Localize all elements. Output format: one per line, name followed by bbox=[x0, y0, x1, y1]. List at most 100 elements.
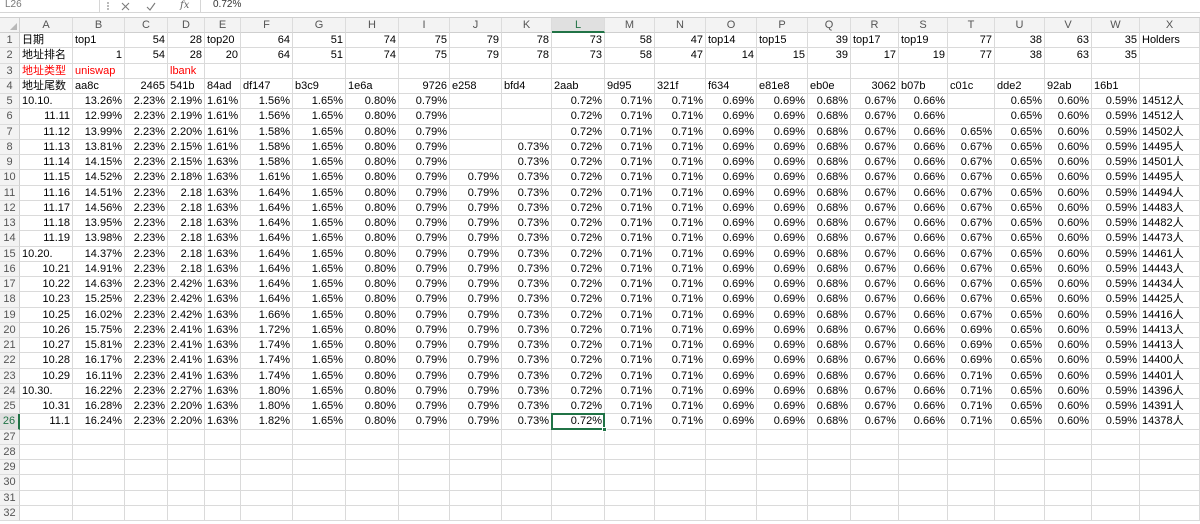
cell-G24[interactable]: 1.65% bbox=[293, 383, 346, 399]
cell-H13[interactable]: 0.80% bbox=[346, 216, 399, 232]
cell-H29[interactable] bbox=[346, 460, 399, 476]
cell-B7[interactable]: 13.99% bbox=[73, 124, 125, 140]
cell-N32[interactable] bbox=[655, 505, 706, 521]
cell-B2[interactable]: 1 bbox=[73, 48, 125, 64]
cell-J25[interactable]: 0.79% bbox=[450, 399, 502, 415]
cell-B28[interactable] bbox=[73, 444, 125, 460]
cell-V28[interactable] bbox=[1045, 444, 1092, 460]
cell-A24[interactable]: 10.30. bbox=[20, 383, 73, 399]
cell-V6[interactable]: 0.60% bbox=[1045, 109, 1092, 125]
column-header-Q[interactable]: Q bbox=[808, 18, 851, 33]
cell-E30[interactable] bbox=[205, 475, 241, 491]
cell-H3[interactable] bbox=[346, 63, 399, 79]
cell-H21[interactable]: 0.80% bbox=[346, 338, 399, 354]
cell-B6[interactable]: 12.99% bbox=[73, 109, 125, 125]
cell-G4[interactable]: b3c9 bbox=[293, 78, 346, 94]
cell-X10[interactable]: 14495人 bbox=[1140, 170, 1200, 186]
cell-C23[interactable]: 2.23% bbox=[125, 368, 168, 384]
cell-T17[interactable]: 0.67% bbox=[948, 277, 995, 293]
cell-T15[interactable]: 0.67% bbox=[948, 246, 995, 262]
cell-C10[interactable]: 2.23% bbox=[125, 170, 168, 186]
cell-I8[interactable]: 0.79% bbox=[399, 139, 450, 155]
cell-O8[interactable]: 0.69% bbox=[706, 139, 757, 155]
cell-S13[interactable]: 0.66% bbox=[899, 216, 948, 232]
cell-O10[interactable]: 0.69% bbox=[706, 170, 757, 186]
cell-M27[interactable] bbox=[605, 429, 655, 445]
cell-Q16[interactable]: 0.68% bbox=[808, 261, 851, 277]
cell-S25[interactable]: 0.66% bbox=[899, 399, 948, 415]
cell-K26[interactable]: 0.73% bbox=[502, 414, 552, 430]
cell-G18[interactable]: 1.65% bbox=[293, 292, 346, 308]
row-header-14[interactable]: 14 bbox=[0, 231, 20, 247]
row-header-19[interactable]: 19 bbox=[0, 307, 20, 323]
cell-N21[interactable]: 0.71% bbox=[655, 338, 706, 354]
cell-T19[interactable]: 0.67% bbox=[948, 307, 995, 323]
cell-L21[interactable]: 0.72% bbox=[552, 338, 605, 354]
cell-X28[interactable] bbox=[1140, 444, 1200, 460]
cell-C20[interactable]: 2.23% bbox=[125, 322, 168, 338]
cell-F6[interactable]: 1.56% bbox=[241, 109, 293, 125]
cell-A12[interactable]: 11.17 bbox=[20, 200, 73, 216]
cell-U16[interactable]: 0.65% bbox=[995, 261, 1045, 277]
cell-U7[interactable]: 0.65% bbox=[995, 124, 1045, 140]
cell-B12[interactable]: 14.56% bbox=[73, 200, 125, 216]
cell-T16[interactable]: 0.67% bbox=[948, 261, 995, 277]
cell-V24[interactable]: 0.60% bbox=[1045, 383, 1092, 399]
cell-P22[interactable]: 0.69% bbox=[757, 353, 808, 369]
cell-V31[interactable] bbox=[1045, 490, 1092, 506]
cell-X3[interactable] bbox=[1140, 63, 1200, 79]
cell-T29[interactable] bbox=[948, 460, 995, 476]
cell-W2[interactable]: 35 bbox=[1092, 48, 1140, 64]
cell-W5[interactable]: 0.59% bbox=[1092, 94, 1140, 110]
cell-U20[interactable]: 0.65% bbox=[995, 322, 1045, 338]
cell-R6[interactable]: 0.67% bbox=[851, 109, 899, 125]
cell-R9[interactable]: 0.67% bbox=[851, 155, 899, 171]
cell-R14[interactable]: 0.67% bbox=[851, 231, 899, 247]
cell-A25[interactable]: 10.31 bbox=[20, 399, 73, 415]
cell-G8[interactable]: 1.65% bbox=[293, 139, 346, 155]
cell-P12[interactable]: 0.69% bbox=[757, 200, 808, 216]
column-header-M[interactable]: M bbox=[605, 18, 655, 33]
cell-H32[interactable] bbox=[346, 505, 399, 521]
row-header-11[interactable]: 11 bbox=[0, 185, 20, 201]
cell-P28[interactable] bbox=[757, 444, 808, 460]
cell-I22[interactable]: 0.79% bbox=[399, 353, 450, 369]
formula-input[interactable]: 0.72% bbox=[200, 0, 1200, 12]
cell-U18[interactable]: 0.65% bbox=[995, 292, 1045, 308]
cell-P26[interactable]: 0.69% bbox=[757, 414, 808, 430]
cell-M6[interactable]: 0.71% bbox=[605, 109, 655, 125]
row-header-18[interactable]: 18 bbox=[0, 292, 20, 308]
column-header-H[interactable]: H bbox=[346, 18, 399, 33]
cell-E21[interactable]: 1.63% bbox=[205, 338, 241, 354]
cell-T24[interactable]: 0.71% bbox=[948, 383, 995, 399]
cell-E7[interactable]: 1.61% bbox=[205, 124, 241, 140]
row-header-13[interactable]: 13 bbox=[0, 216, 20, 232]
cell-D1[interactable]: 28 bbox=[168, 33, 205, 49]
cell-E32[interactable] bbox=[205, 505, 241, 521]
cell-K23[interactable]: 0.73% bbox=[502, 368, 552, 384]
cell-J10[interactable]: 0.79% bbox=[450, 170, 502, 186]
cell-O19[interactable]: 0.69% bbox=[706, 307, 757, 323]
cell-W31[interactable] bbox=[1092, 490, 1140, 506]
cell-N25[interactable]: 0.71% bbox=[655, 399, 706, 415]
cell-R32[interactable] bbox=[851, 505, 899, 521]
cell-C1[interactable]: 54 bbox=[125, 33, 168, 49]
cell-X20[interactable]: 14413人 bbox=[1140, 322, 1200, 338]
cell-R7[interactable]: 0.67% bbox=[851, 124, 899, 140]
cell-K9[interactable]: 0.73% bbox=[502, 155, 552, 171]
cell-S27[interactable] bbox=[899, 429, 948, 445]
cell-T31[interactable] bbox=[948, 490, 995, 506]
cell-F21[interactable]: 1.74% bbox=[241, 338, 293, 354]
cell-B21[interactable]: 15.81% bbox=[73, 338, 125, 354]
cell-O9[interactable]: 0.69% bbox=[706, 155, 757, 171]
cell-S2[interactable]: 19 bbox=[899, 48, 948, 64]
cell-H20[interactable]: 0.80% bbox=[346, 322, 399, 338]
row-header-21[interactable]: 21 bbox=[0, 338, 20, 354]
cell-G19[interactable]: 1.65% bbox=[293, 307, 346, 323]
cell-G27[interactable] bbox=[293, 429, 346, 445]
cell-E8[interactable]: 1.61% bbox=[205, 139, 241, 155]
cell-F27[interactable] bbox=[241, 429, 293, 445]
cell-E26[interactable]: 1.63% bbox=[205, 414, 241, 430]
cell-H23[interactable]: 0.80% bbox=[346, 368, 399, 384]
cell-H5[interactable]: 0.80% bbox=[346, 94, 399, 110]
